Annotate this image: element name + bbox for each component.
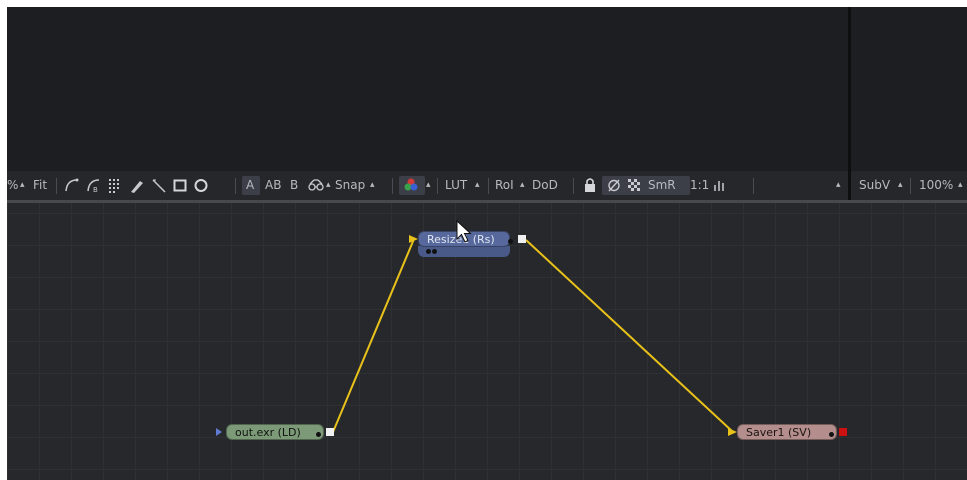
node-resize-view-indicators	[418, 246, 510, 257]
saver-output-port[interactable]	[839, 428, 847, 436]
loader-view-dot[interactable]	[316, 432, 321, 437]
mouse-cursor-icon	[456, 220, 472, 243]
link-resize-to-saver	[525, 239, 737, 436]
node-saver[interactable]: Saver1 (SV)	[737, 424, 837, 440]
node-saver-label: Saver1 (SV)	[746, 426, 812, 439]
view-indicator-dot[interactable]	[432, 249, 437, 254]
resize-output-port[interactable]	[518, 235, 526, 243]
node-loader[interactable]: out.exr (LD)	[226, 424, 324, 440]
loader-output-port[interactable]	[326, 428, 334, 436]
resize-view-dot[interactable]	[508, 239, 513, 244]
saver-view-dot[interactable]	[829, 432, 834, 437]
link-loader-to-resize	[332, 235, 418, 433]
view-indicator-dot[interactable]	[426, 249, 431, 254]
node-loader-label: out.exr (LD)	[235, 426, 301, 439]
loader-input-triangle[interactable]	[216, 428, 222, 436]
